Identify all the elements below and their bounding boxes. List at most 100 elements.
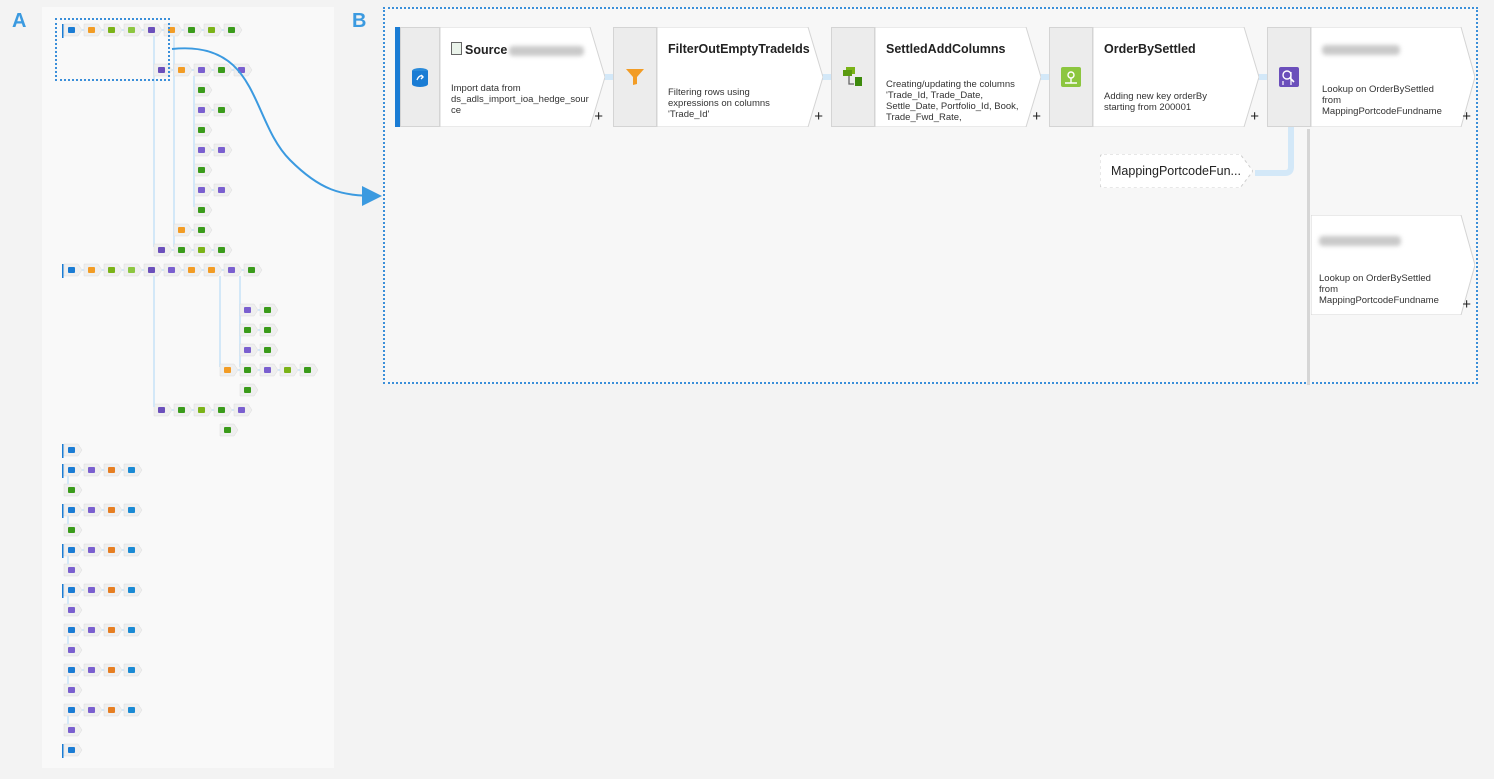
lookup-branch-description: Lookup on OrderBySettled from MappingPor…: [1319, 273, 1439, 306]
minimap-lookup-node: [153, 243, 173, 257]
minimap-source-node: [63, 543, 83, 557]
lookup-description: Lookup on OrderBySettled from MappingPor…: [1322, 84, 1442, 117]
minimap-split-node: [193, 183, 213, 197]
overview-diagram: [62, 23, 319, 758]
minimap-derived-column-node: [279, 363, 299, 377]
minimap-source-node: [63, 743, 83, 757]
minimap-source-node: [63, 443, 83, 457]
minimap-select-node: [193, 223, 213, 237]
minimap-split-node: [233, 63, 253, 77]
minimap-source-node: [63, 703, 83, 717]
filter-title: FilterOutEmptyTradeIds: [668, 42, 810, 56]
minimap-split-node: [63, 643, 83, 657]
lookup-node-branch[interactable]: Lookup on OrderBySettled from MappingPor…: [1311, 215, 1475, 315]
minimap-derived-column-node: [193, 403, 213, 417]
minimap-sort-node: [103, 543, 123, 557]
minimap-split-node: [239, 343, 259, 357]
csv-file-icon: [451, 42, 462, 55]
minimap-select-node: [239, 363, 259, 377]
minimap-split-node: [213, 143, 233, 157]
minimap-derived-column-node: [103, 263, 123, 277]
minimap-split-node: [193, 63, 213, 77]
minimap-sink-node: [123, 543, 143, 557]
minimap-split-node: [63, 723, 83, 737]
minimap-select-node: [193, 83, 213, 97]
minimap-split-node: [193, 103, 213, 117]
detail-label: B: [352, 10, 367, 32]
minimap-select-node: [243, 263, 263, 277]
minimap-filter-node: [183, 263, 203, 277]
minimap-lookup-node: [153, 403, 173, 417]
minimap-select-node: [223, 23, 243, 37]
minimap-split-node: [63, 683, 83, 697]
minimap-select-node: [63, 483, 83, 497]
minimap-sink-node: [123, 663, 143, 677]
minimap-filter-node: [203, 263, 223, 277]
minimap-select-node: [299, 363, 319, 377]
add-transform-button[interactable]: +: [594, 108, 603, 125]
overview-label: A: [12, 10, 27, 32]
lookup-branch-title: [1319, 233, 1401, 247]
filter-description: Filtering rows using expressions on colu…: [668, 87, 770, 120]
minimap-select-node: [213, 243, 233, 257]
source-icon: [400, 27, 440, 127]
add-transform-button[interactable]: +: [1250, 108, 1259, 125]
surrogate-key-node[interactable]: OrderBySettled Adding new key orderBy st…: [1049, 27, 1259, 127]
add-transform-button[interactable]: +: [1032, 108, 1041, 125]
lookup-node[interactable]: Lookup on OrderBySettled from MappingPor…: [1267, 27, 1475, 127]
filter-icon: [613, 27, 657, 127]
minimap-select-node: [173, 403, 193, 417]
minimap-sort-node: [103, 623, 123, 637]
minimap-select-node: [183, 23, 203, 37]
minimap-split-node: [233, 403, 253, 417]
source-node[interactable]: Source Import data from ds_adls_import_i…: [395, 27, 605, 127]
derived-column-icon: [831, 27, 875, 127]
minimap-select-node: [259, 303, 279, 317]
minimap-split-node: [213, 183, 233, 197]
surrogate-key-icon: [1049, 27, 1093, 127]
minimap-source-node: [63, 623, 83, 637]
add-transform-button[interactable]: +: [814, 108, 823, 125]
minimap-split-node: [83, 463, 103, 477]
filter-node[interactable]: FilterOutEmptyTradeIds Filtering rows us…: [613, 27, 823, 127]
minimap-split-node: [83, 583, 103, 597]
minimap-select-node: [213, 403, 233, 417]
minimap-source-node: [63, 583, 83, 597]
minimap-split-node: [63, 563, 83, 577]
reference-node[interactable]: MappingPortcodeFun...: [1100, 154, 1253, 188]
minimap-sink-node: [123, 623, 143, 637]
add-transform-button[interactable]: +: [1462, 108, 1471, 125]
minimap-source-indicator: [62, 464, 64, 478]
detail-canvas[interactable]: Source Import data from ds_adls_import_i…: [383, 7, 1478, 385]
minimap-select-node: [259, 323, 279, 337]
minimap-sort-node: [103, 463, 123, 477]
minimap-source-indicator: [62, 584, 64, 598]
minimap-derived-column-node: [193, 243, 213, 257]
minimap-source-indicator: [62, 544, 64, 558]
minimap-lookup-node: [143, 263, 163, 277]
lookup-icon: [1267, 27, 1311, 127]
reference-label: MappingPortcodeFun...: [1111, 164, 1241, 178]
minimap-source-node: [63, 503, 83, 517]
minimap-sink-node: [123, 463, 143, 477]
lookup-title: [1322, 42, 1400, 56]
minimap-sort-node: [103, 503, 123, 517]
minimap-derived-column-node: [203, 23, 223, 37]
overview-minimap[interactable]: [42, 7, 334, 768]
minimap-split-node: [163, 263, 183, 277]
minimap-split-node: [63, 603, 83, 617]
minimap-select-node: [193, 163, 213, 177]
minimap-source-indicator: [62, 744, 64, 758]
minimap-select-node: [213, 63, 233, 77]
surrogate-key-description: Adding new key orderBy starting from 200…: [1104, 91, 1207, 113]
minimap-sort-node: [103, 703, 123, 717]
add-transform-button[interactable]: +: [1462, 296, 1471, 313]
minimap-split-node: [223, 263, 243, 277]
viewport-selection[interactable]: [55, 18, 170, 81]
minimap-source-node: [63, 263, 83, 277]
derived-column-title: SettledAddColumns: [886, 42, 1006, 56]
minimap-select-node: [239, 323, 259, 337]
minimap-select-node: [239, 383, 259, 397]
surrogate-key-title: OrderBySettled: [1104, 42, 1196, 56]
derived-column-node[interactable]: SettledAddColumns Creating/updating the …: [831, 27, 1041, 127]
